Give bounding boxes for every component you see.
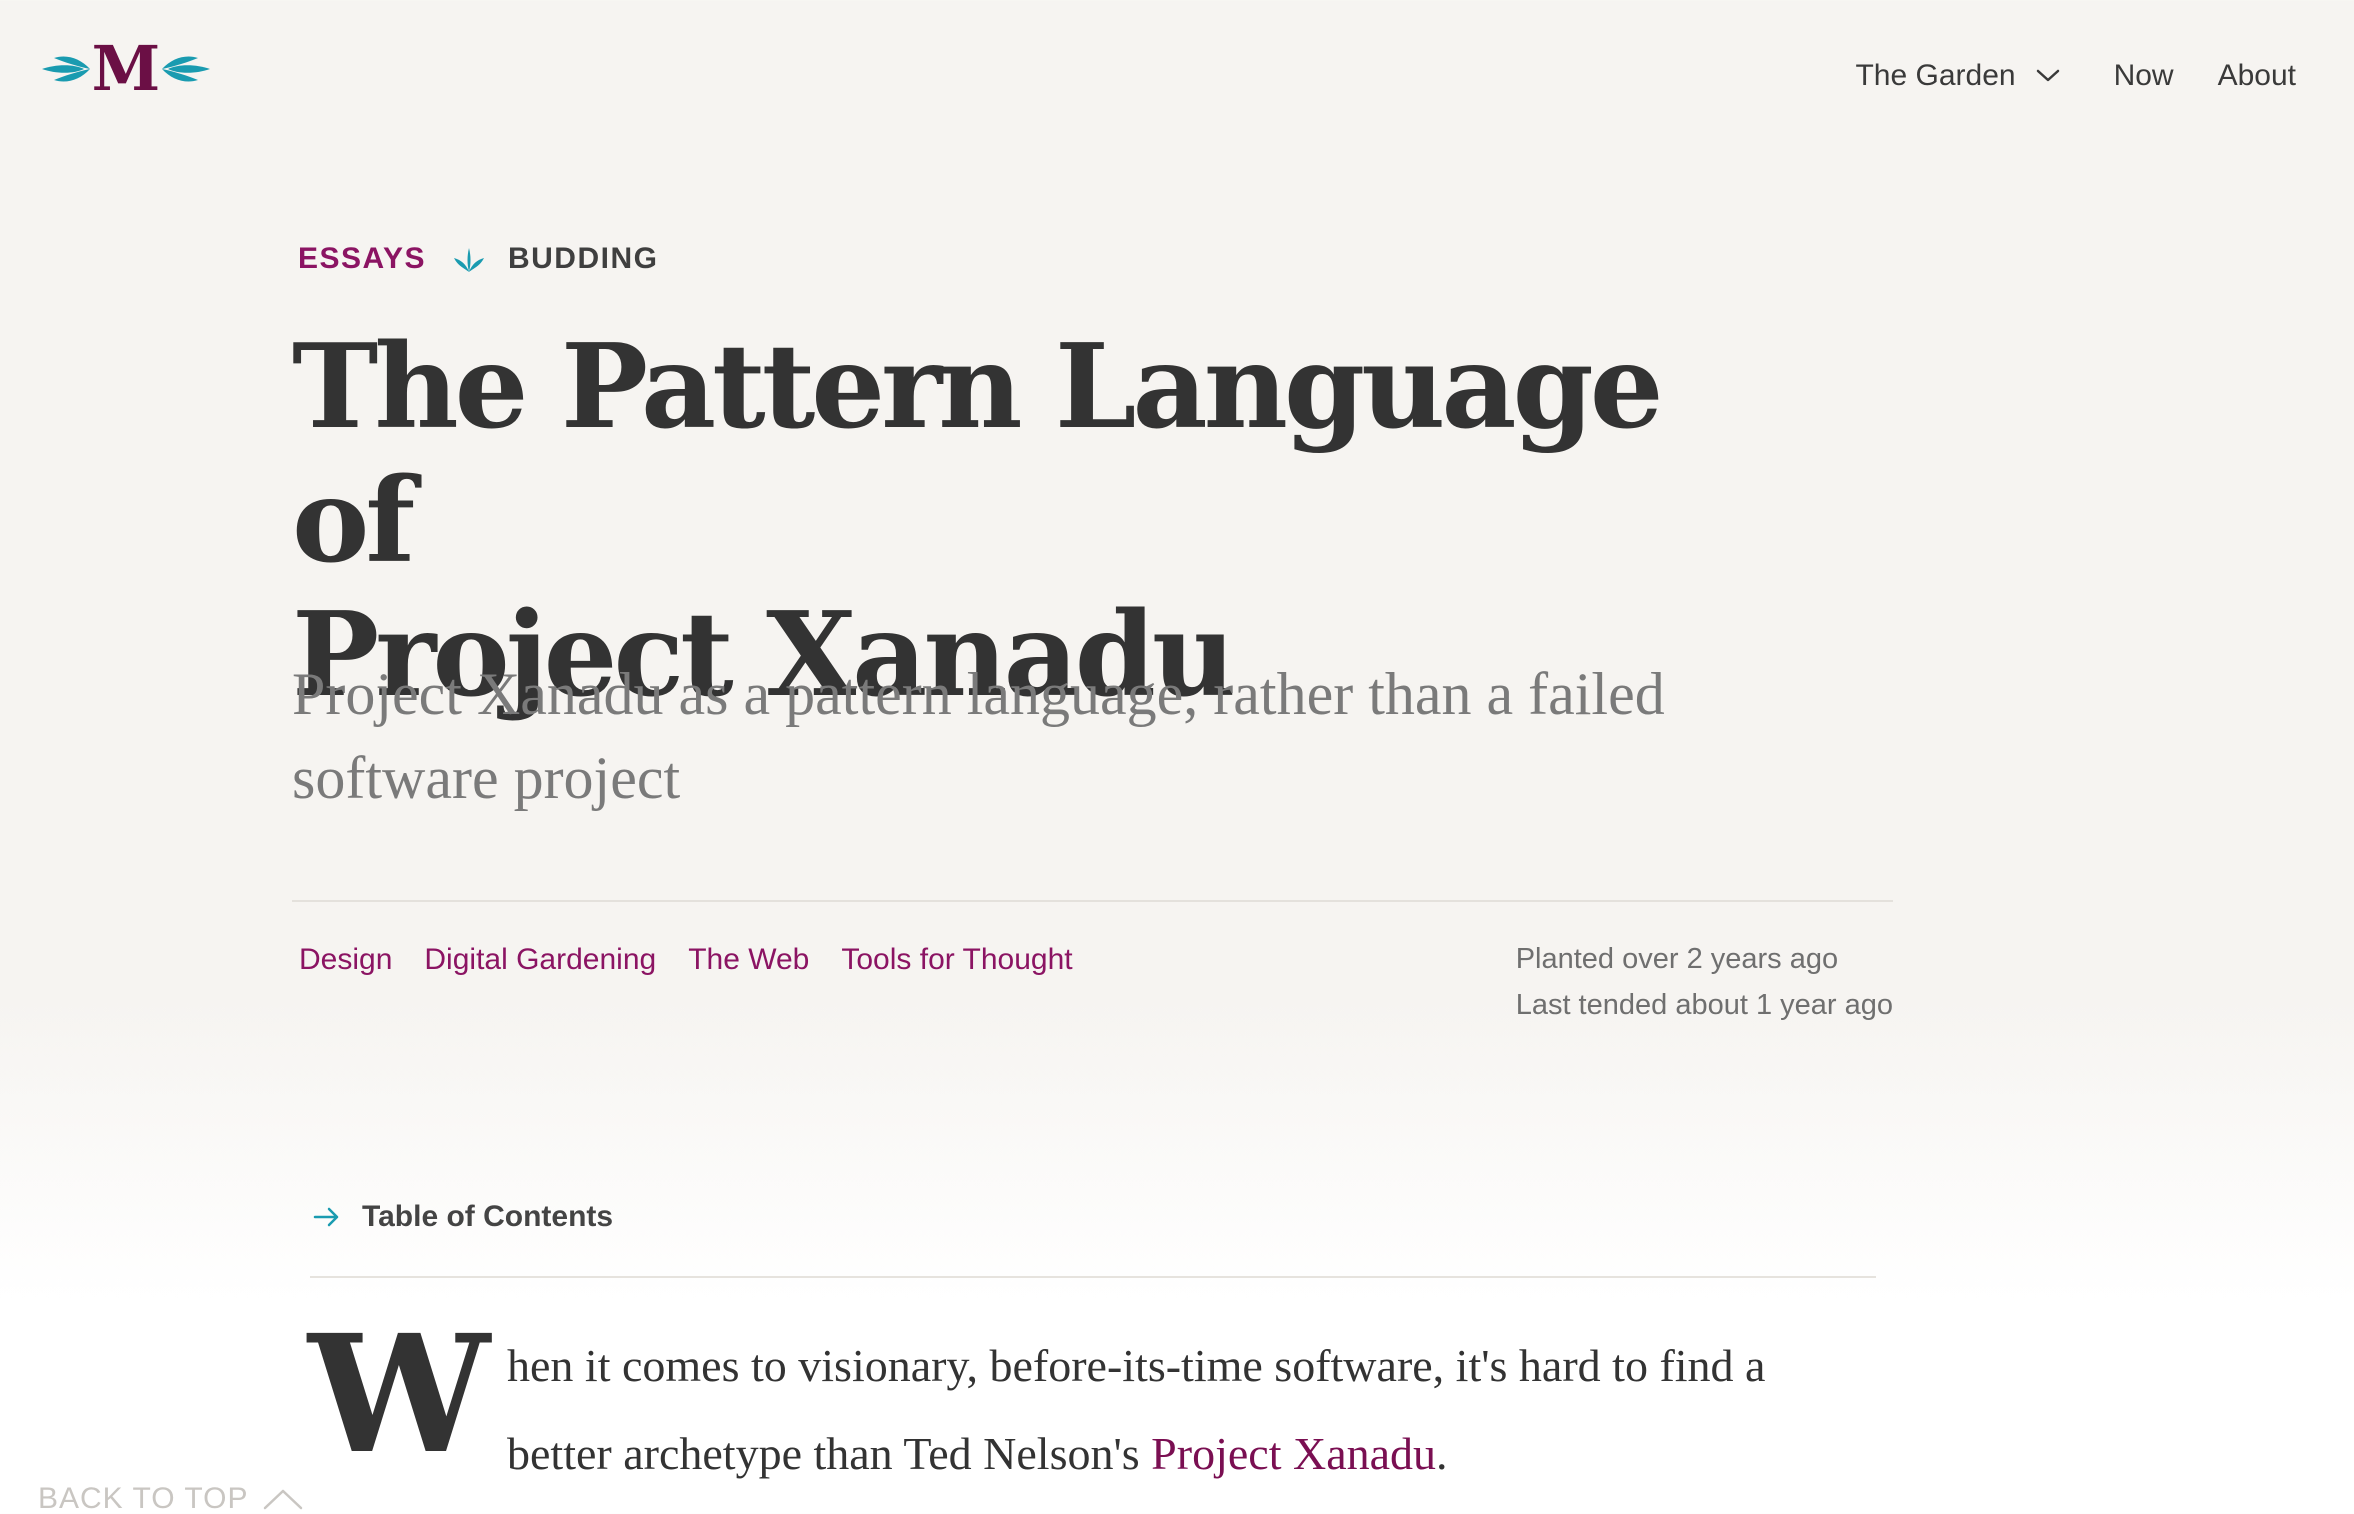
planted-date: Planted over 2 years ago <box>1515 943 1839 975</box>
project-xanadu-link[interactable]: Project Xanadu <box>1151 1428 1436 1479</box>
sprout-icon <box>452 244 486 274</box>
chevron-down-icon <box>2036 69 2060 83</box>
topic-tags: Design Digital Gardening The Web Tools f… <box>299 940 1105 980</box>
tag-the-web[interactable]: The Web <box>688 940 809 980</box>
nav-the-garden[interactable]: The Garden <box>1855 56 2059 96</box>
article-dates: Planted over 2 years ago Last tended abo… <box>1516 936 1893 1028</box>
nav-now[interactable]: Now <box>2114 56 2174 96</box>
nav-about-label: About <box>2217 59 2296 92</box>
last-tended-date: Last tended about 1 year ago <box>1515 989 1893 1021</box>
site-logo[interactable]: M <box>40 36 212 102</box>
svg-text:M: M <box>92 36 161 102</box>
body-line-2: better archetype than Ted Nelson's Proje… <box>507 1410 1907 1498</box>
table-of-contents-toggle[interactable]: Table of Contents <box>312 1200 613 1234</box>
article-meta-category: ESSAYS BUDDING <box>298 242 658 276</box>
nav-now-label: Now <box>2113 59 2174 92</box>
body-line-2-suffix: . <box>1436 1428 1448 1479</box>
leaf-logo-icon: M <box>42 36 210 102</box>
growth-stage-label: BUDDING <box>507 242 659 275</box>
toc-divider <box>310 1276 1876 1278</box>
nav-about[interactable]: About <box>2218 56 2296 96</box>
tag-digital-gardening[interactable]: Digital Gardening <box>424 940 656 980</box>
page-subtitle: Project Xanadu as a pattern language, ra… <box>292 652 1812 820</box>
arrow-right-icon <box>312 1205 342 1229</box>
article-body-paragraph: hen it comes to visionary, before-its-ti… <box>507 1322 1907 1498</box>
page-title-line-1: The Pattern Language of <box>292 319 1664 589</box>
main-nav: The Garden Now About <box>1855 56 2296 96</box>
body-line-1: hen it comes to visionary, before-its-ti… <box>507 1340 1766 1391</box>
back-to-top-label: BACK TO TOP <box>38 1482 249 1514</box>
chevron-up-icon <box>263 1488 303 1510</box>
tag-tools-for-thought[interactable]: Tools for Thought <box>841 940 1072 980</box>
category-link[interactable]: ESSAYS <box>298 242 426 276</box>
page-subtitle-line-2: software project <box>292 745 681 811</box>
body-line-2-prefix: better archetype than Ted Nelson's <box>507 1428 1152 1479</box>
meta-divider <box>292 900 1893 902</box>
nav-the-garden-label: The Garden <box>1855 59 2016 92</box>
tag-design[interactable]: Design <box>299 940 392 980</box>
page-subtitle-line-1: Project Xanadu as a pattern language, ra… <box>292 661 1665 727</box>
back-to-top-button[interactable]: BACK TO TOP <box>38 1482 303 1514</box>
table-of-contents-label: Table of Contents <box>362 1200 614 1233</box>
drop-cap: W <box>308 1300 490 1490</box>
